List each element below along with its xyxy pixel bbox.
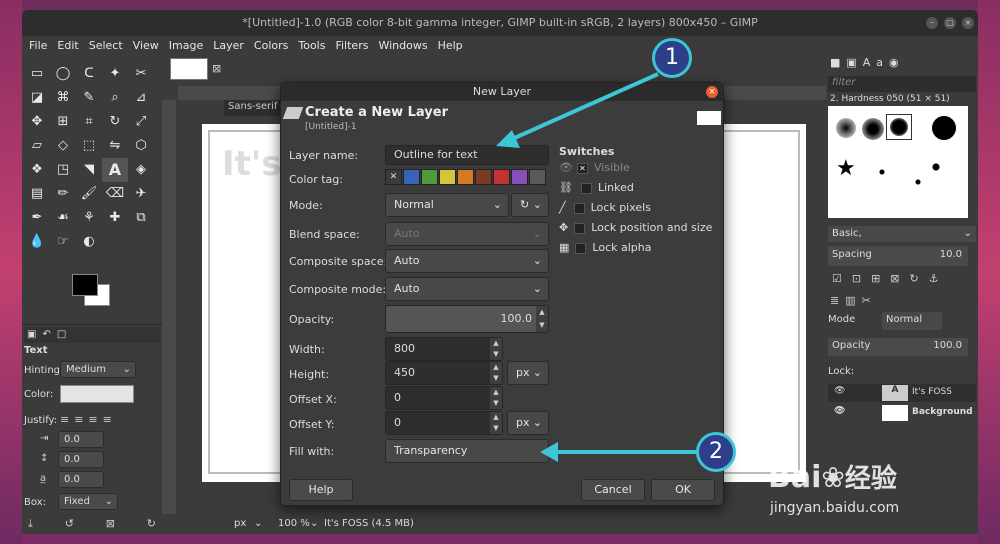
paw-icon: ❀ xyxy=(821,461,845,494)
watermark-cn: 经验 xyxy=(844,464,897,494)
watermark-brand: Bai❀经验 xyxy=(768,458,897,495)
arrow-two-head xyxy=(540,442,558,462)
arrow-one-line xyxy=(509,72,659,142)
callout-one: 1 xyxy=(652,38,692,78)
watermark-brand-text: Bai xyxy=(768,460,822,495)
watermark-url: jingyan.baidu.com xyxy=(770,500,900,516)
callout-two: 2 xyxy=(696,432,736,472)
